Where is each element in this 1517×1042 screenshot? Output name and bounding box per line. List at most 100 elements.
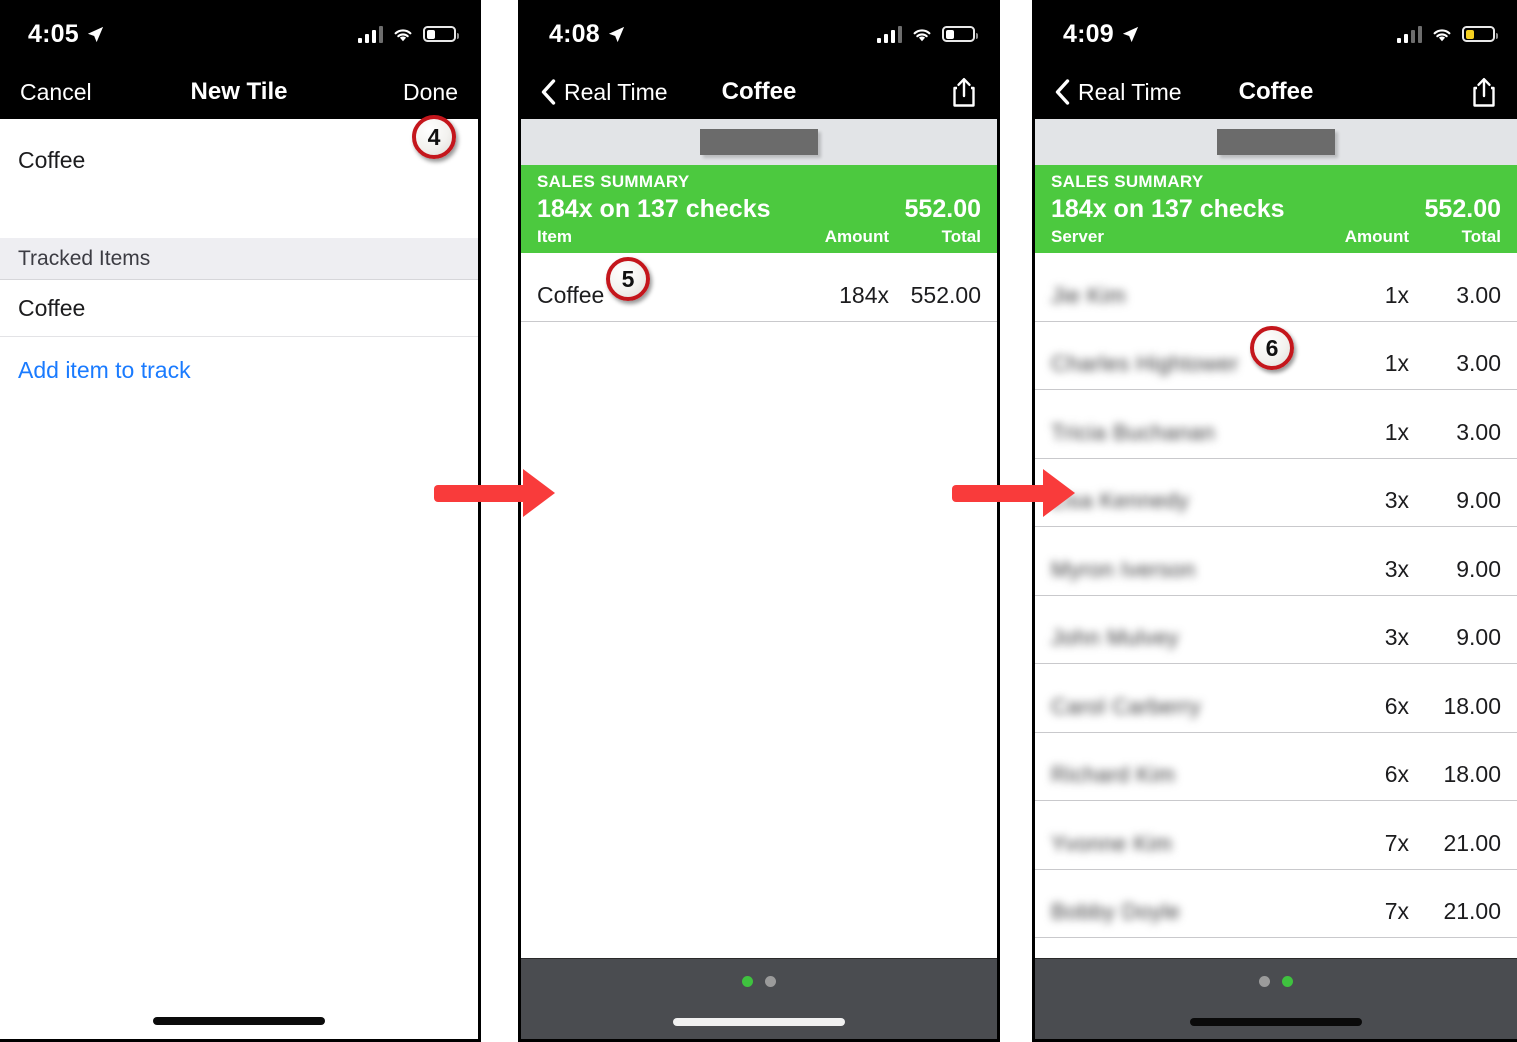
- table-row[interactable]: Coffee 184x 552.00: [521, 253, 997, 322]
- table-row[interactable]: Myron Iverson 3x 9.00: [1035, 527, 1517, 596]
- status-left: 4:08: [549, 20, 626, 49]
- add-item-to-track-button[interactable]: Add item to track: [0, 337, 478, 403]
- row-name-text: Jie Kim: [1051, 282, 1126, 308]
- row-name: Lisa Kennedy: [1051, 488, 1269, 514]
- status-bar: 4:09: [1035, 3, 1517, 65]
- redacted-venue-bar: [521, 119, 997, 165]
- tile-name-field[interactable]: Coffee: [0, 119, 478, 202]
- table-row[interactable]: Richard Kim 6x 18.00: [1035, 733, 1517, 801]
- share-icon: [953, 78, 975, 107]
- column-headers: Item Amount Total: [537, 225, 981, 248]
- share-button[interactable]: [951, 76, 977, 108]
- table-row[interactable]: Jie Kim 1x 3.00: [1035, 253, 1517, 322]
- location-arrow-icon: [87, 26, 103, 42]
- column-headers: Server Amount Total: [1051, 225, 1501, 248]
- nav-bar: Real Time Coffee: [1035, 65, 1517, 119]
- cellular-signal-icon: [876, 25, 902, 43]
- row-name-text: Richard Kim: [1051, 762, 1176, 787]
- column-header-total: Total: [1461, 227, 1501, 246]
- back-button-label: Real Time: [564, 78, 668, 105]
- row-amount: 7x: [1384, 898, 1409, 924]
- row-amount: 1x: [1384, 281, 1409, 308]
- row-total: 3.00: [1456, 281, 1501, 308]
- home-indicator: [1190, 1018, 1362, 1026]
- column-header-total: Total: [941, 227, 981, 246]
- column-header-name: Server: [1051, 227, 1104, 246]
- status-left: 4:05: [28, 20, 105, 49]
- phone-panel-coffee-item: 4:08 Real Time Coffee SALES SUMMARY 184x…: [518, 0, 1000, 1042]
- back-button-real-time[interactable]: Real Time: [1055, 79, 1182, 106]
- page-dots[interactable]: [521, 976, 997, 987]
- sales-summary-headline: 184x on 137 checks: [537, 195, 771, 223]
- share-button[interactable]: [1471, 76, 1497, 108]
- form-spacer: [0, 202, 478, 238]
- new-tile-form: Coffee Tracked Items Coffee Add item to …: [0, 119, 478, 1039]
- cancel-button[interactable]: Cancel: [20, 79, 92, 106]
- page-dots[interactable]: [1035, 976, 1517, 987]
- battery-icon: [423, 26, 459, 42]
- step-badge-5: 5: [606, 257, 650, 301]
- tracked-items-header: Tracked Items: [0, 238, 478, 280]
- sales-summary-label: SALES SUMMARY: [537, 172, 690, 191]
- sales-summary-headline: 184x on 137 checks: [1051, 195, 1285, 223]
- row-amount: 6x: [1384, 692, 1409, 719]
- status-right: [876, 25, 978, 43]
- wifi-icon: [913, 28, 931, 41]
- bottom-dock: [521, 958, 997, 1039]
- battery-low-power-icon: [1462, 26, 1498, 42]
- tracked-item-row[interactable]: Coffee: [0, 280, 478, 337]
- battery-icon: [942, 26, 978, 42]
- done-button[interactable]: Done: [403, 79, 458, 106]
- row-name: Jie Kim: [1051, 283, 1269, 309]
- redaction-block: [700, 129, 818, 155]
- row-total: 9.00: [1456, 624, 1501, 650]
- table-row[interactable]: Tricia Buchanan 1x 3.00: [1035, 390, 1517, 459]
- step-arrow-1: [434, 469, 555, 517]
- row-total: 3.00: [1456, 350, 1501, 376]
- table-row[interactable]: Lisa Kennedy 3x 9.00: [1035, 459, 1517, 527]
- row-name-text: Bobby Doyle: [1051, 899, 1181, 924]
- row-name-text: Charles Hightower: [1051, 351, 1239, 376]
- table-row[interactable]: Yvonne Kim 7x 21.00: [1035, 801, 1517, 870]
- row-amount: 6x: [1384, 761, 1409, 787]
- phone-panel-new-tile: 4:05 Cancel New Tile Done Coffee Tracked…: [0, 0, 481, 1042]
- row-name-text: Carol Carberry: [1051, 693, 1201, 719]
- row-amount: 184x: [839, 281, 889, 308]
- row-amount: 1x: [1384, 418, 1409, 445]
- status-time: 4:08: [549, 19, 600, 48]
- page-dot-1[interactable]: [742, 976, 753, 987]
- sales-summary-main: 184x on 137 checks 552.00: [537, 193, 981, 225]
- home-indicator: [673, 1018, 845, 1026]
- status-right: [1396, 25, 1498, 43]
- back-button-label: Real Time: [1078, 78, 1182, 105]
- sales-summary-total: 552.00: [904, 195, 981, 223]
- tutorial-board: 4:05 Cancel New Tile Done Coffee Tracked…: [0, 0, 1517, 1042]
- table-row[interactable]: Carol Carberry 6x 18.00: [1035, 664, 1517, 733]
- row-name-text: Yvonne Kim: [1051, 830, 1173, 856]
- row-total: 3.00: [1456, 418, 1501, 445]
- redacted-venue-bar: [1035, 119, 1517, 165]
- column-header-amount: Amount: [1344, 227, 1409, 246]
- row-name: John Mulvey: [1051, 625, 1269, 651]
- table-row[interactable]: John Mulvey 3x 9.00: [1035, 596, 1517, 664]
- row-total: 18.00: [1443, 761, 1501, 787]
- page-dot-1[interactable]: [1259, 976, 1270, 987]
- row-amount: 3x: [1384, 624, 1409, 650]
- sales-summary-banner: SALES SUMMARY 184x on 137 checks 552.00 …: [521, 165, 997, 253]
- arrow-head: [1043, 469, 1075, 517]
- back-button-real-time[interactable]: Real Time: [541, 79, 668, 106]
- row-total: 9.00: [1456, 487, 1501, 513]
- status-time: 4:09: [1063, 19, 1114, 48]
- table-row[interactable]: Bobby Doyle 7x 21.00: [1035, 870, 1517, 938]
- wifi-icon: [1433, 28, 1451, 41]
- sales-summary-label: SALES SUMMARY: [1051, 172, 1204, 191]
- page-dot-2[interactable]: [1282, 976, 1293, 987]
- redaction-block: [1217, 129, 1335, 155]
- step-badge-6: 6: [1250, 326, 1294, 370]
- row-name: Carol Carberry: [1051, 694, 1269, 720]
- row-amount: 3x: [1384, 555, 1409, 582]
- page-dot-2[interactable]: [765, 976, 776, 987]
- arrow-shaft: [434, 484, 524, 502]
- row-name: Charles Hightower: [1051, 351, 1269, 377]
- status-bar: 4:08: [521, 3, 997, 65]
